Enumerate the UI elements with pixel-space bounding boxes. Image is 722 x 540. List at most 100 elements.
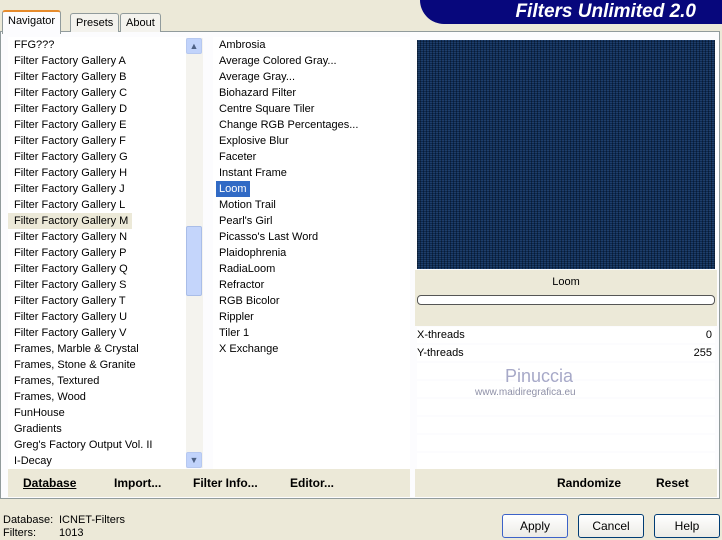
list-item[interactable]: Ambrosia [213,37,410,53]
category-list[interactable]: FFG??? Filter Factory Gallery A Filter Fac… [8,37,186,469]
list-item-label: Filter Factory Gallery E [14,119,127,131]
list-item[interactable]: Plaidophrenia [213,245,410,261]
list-item-label: X Exchange [219,343,279,355]
scroll-down-icon[interactable]: ▼ [186,452,202,468]
list-item[interactable]: I-Decay [8,453,186,469]
list-item[interactable]: Filter Factory Gallery H [8,165,186,181]
list-item[interactable]: Change RGB Percentages... [213,117,410,133]
list-item-label: Frames, Stone & Granite [14,359,136,371]
list-item[interactable]: Loom [213,181,410,197]
list-item[interactable]: Frames, Stone & Granite [8,357,186,373]
reset-button[interactable]: Reset [656,476,689,490]
list-item-label: Filter Factory Gallery G [14,151,128,163]
list-item[interactable]: Filter Factory Gallery B [8,69,186,85]
list-item-label: Filter Factory Gallery C [14,87,128,99]
list-item[interactable]: Explosive Blur [213,133,410,149]
list-item[interactable]: X Exchange [213,341,410,357]
list-item[interactable]: Rippler [213,309,410,325]
list-item[interactable]: Instant Frame [213,165,410,181]
list-item[interactable]: Frames, Marble & Crystal [8,341,186,357]
list-item[interactable]: Pearl's Girl [213,213,410,229]
empty-param-row [417,417,715,433]
list-item-label: Rippler [219,311,254,323]
category-scrollbar[interactable]: ▲ ▼ [186,38,203,468]
empty-param-row [417,435,715,451]
list-item[interactable]: Gradients [8,421,186,437]
list-item[interactable]: Filter Factory Gallery G [8,149,186,165]
tab-about[interactable]: About [120,13,161,32]
list-item[interactable]: Centre Square Tiler [213,101,410,117]
list-item-label: Tiler 1 [219,327,250,339]
import-button[interactable]: Import... [114,476,161,490]
list-item[interactable]: Filter Factory Gallery P [8,245,186,261]
list-item-label: Filter Factory Gallery N [14,231,128,243]
list-item-label: Picasso's Last Word [219,231,319,243]
list-item[interactable]: RadiaLoom [213,261,410,277]
list-item-label: Filter Factory Gallery F [14,135,126,147]
list-item[interactable]: Picasso's Last Word [213,229,410,245]
list-item-label: Frames, Wood [14,391,86,403]
list-item-label: Filter Factory Gallery S [14,279,127,291]
list-item[interactable]: Greg's Factory Output Vol. II [8,437,186,453]
help-button[interactable]: Help [654,514,720,538]
list-item[interactable]: Faceter [213,149,410,165]
list-item[interactable]: Filter Factory Gallery S [8,277,186,293]
scroll-up-icon[interactable]: ▲ [186,38,202,54]
list-item-label: Filter Factory Gallery J [14,183,125,195]
list-item-label: Frames, Marble & Crystal [14,343,139,355]
list-item[interactable]: Filter Factory Gallery Q [8,261,186,277]
param-x-threads[interactable]: X-threads 0 [417,327,715,343]
list-item[interactable]: Filter Factory Gallery A [8,53,186,69]
list-item-label: Biohazard Filter [219,87,297,99]
database-button[interactable]: Database [23,476,76,490]
watermark-url: www.maidiregrafica.eu [475,387,576,398]
list-item[interactable]: Filter Factory Gallery J [8,181,186,197]
list-item-label: RGB Bicolor [219,295,280,307]
list-item[interactable]: Filter Factory Gallery L [8,197,186,213]
list-item[interactable]: Tiler 1 [213,325,410,341]
cancel-button[interactable]: Cancel [578,514,644,538]
list-item[interactable]: Filter Factory Gallery C [8,85,186,101]
randomize-button[interactable]: Randomize [557,476,621,490]
list-item-label: Faceter [219,151,257,163]
filter-list[interactable]: Ambrosia Average Colored Gray... Average G… [213,37,410,469]
list-item-label: Filter Factory Gallery P [14,247,127,259]
tab-navigator[interactable]: Navigator [2,10,62,34]
list-item[interactable]: Filter Factory Gallery M [8,213,186,229]
list-item[interactable]: Average Gray... [213,69,410,85]
list-item-label: FFG??? [14,39,55,51]
list-item[interactable]: Frames, Textured [8,373,186,389]
list-item[interactable]: Filter Factory Gallery D [8,101,186,117]
apply-button[interactable]: Apply [502,514,568,538]
list-item[interactable]: Filter Factory Gallery V [8,325,186,341]
list-item[interactable]: Filter Factory Gallery U [8,309,186,325]
list-item[interactable]: FunHouse [8,405,186,421]
tab-presets[interactable]: Presets [70,13,120,32]
list-item-label: Refractor [219,279,265,291]
list-item[interactable]: RGB Bicolor [213,293,410,309]
filter-info-button[interactable]: Filter Info... [193,476,258,490]
editor-button[interactable]: Editor... [290,476,334,490]
list-item[interactable]: Filter Factory Gallery T [8,293,186,309]
list-item[interactable]: Motion Trail [213,197,410,213]
list-item[interactable]: Filter Factory Gallery E [8,117,186,133]
list-item[interactable]: Frames, Wood [8,389,186,405]
list-item[interactable]: Average Colored Gray... [213,53,410,69]
list-item[interactable]: Refractor [213,277,410,293]
list-item[interactable]: Biohazard Filter [213,85,410,101]
list-item-label: Filter Factory Gallery U [14,311,128,323]
list-item-label: Centre Square Tiler [219,103,315,115]
param-y-threads[interactable]: Y-threads 255 [417,345,715,361]
list-item-label: Average Gray... [219,71,296,83]
scroll-thumb[interactable] [186,226,202,296]
list-item-label: Filter Factory Gallery D [14,103,128,115]
list-item-label: Filter Factory Gallery A [14,55,126,67]
database-label: Database: [3,514,54,526]
filters-count-value: 1013 [59,527,84,539]
list-item[interactable]: Filter Factory Gallery F [8,133,186,149]
list-item-label: I-Decay [14,455,52,467]
list-item[interactable]: FFG??? [8,37,186,53]
list-item[interactable]: Filter Factory Gallery N [8,229,186,245]
list-item-label: Change RGB Percentages... [219,119,359,131]
list-item-label: Filter Factory Gallery M [8,213,133,229]
